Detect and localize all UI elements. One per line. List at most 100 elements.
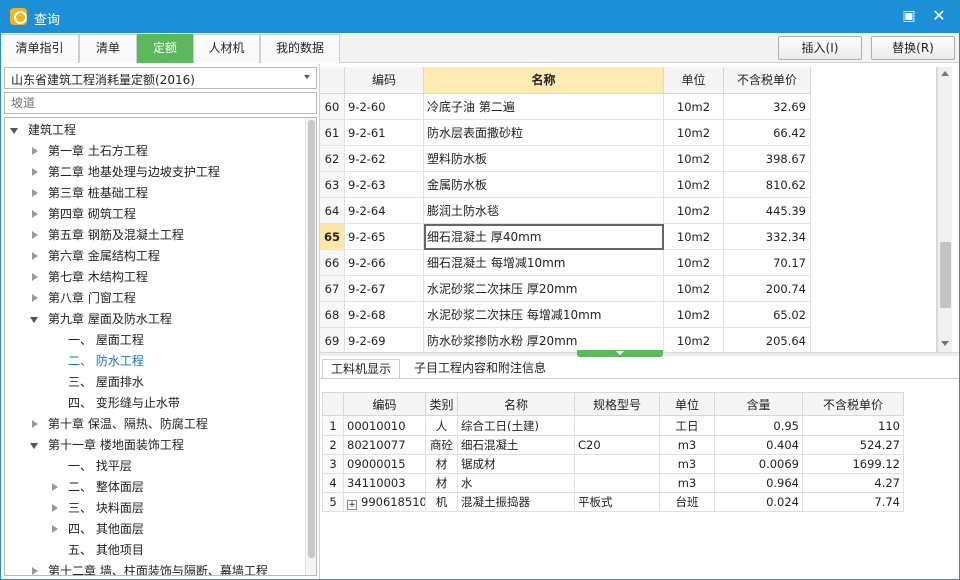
- quota-cell-name[interactable]: 防水层表面撒砂粒: [424, 120, 664, 146]
- resource-row[interactable]: 5 +990618510 机混凝土振捣器 平板式 台班 0.024 7.74: [322, 493, 904, 512]
- tab-resource-display[interactable]: 工料机显示: [322, 359, 401, 379]
- tree-item[interactable]: 第十章 保温、隔热、防腐工程: [5, 414, 303, 435]
- resource-cell-spec[interactable]: [575, 455, 660, 474]
- resource-cell-code[interactable]: 00010010: [344, 417, 426, 436]
- tab-bill[interactable]: 清单: [79, 34, 137, 63]
- quota-cell-price[interactable]: 32.69: [724, 94, 811, 120]
- quota-cell-code[interactable]: 9-2-67: [345, 276, 424, 302]
- quota-cell-name[interactable]: 金属防水板: [424, 172, 664, 198]
- tree-item[interactable]: 第十一章 楼地面装饰工程: [5, 435, 303, 456]
- resource-cell-unit[interactable]: m3: [660, 474, 715, 493]
- quota-cell-unit[interactable]: 10m2: [664, 276, 724, 302]
- quota-cell-unit[interactable]: 10m2: [664, 172, 724, 198]
- tree-item[interactable]: 三、 块料面层: [5, 498, 303, 519]
- expand-triangle-closed-icon[interactable]: [52, 504, 58, 512]
- quota-cell-code[interactable]: 9-2-69: [345, 328, 424, 352]
- col-header-name[interactable]: 名称: [424, 67, 664, 94]
- grid-scrollbar[interactable]: [937, 67, 952, 352]
- resource-cell-no[interactable]: 2: [322, 436, 344, 455]
- quota-cell-name[interactable]: 膨润土防水毯: [424, 198, 664, 224]
- resource-row[interactable]: 1 00010010 人综合工日(土建) 工日 0.95 110: [322, 417, 904, 436]
- tree-item[interactable]: 一、 找平层: [5, 456, 303, 477]
- resource-cell-code[interactable]: 09000015: [344, 455, 426, 474]
- res-header-code[interactable]: 编码: [344, 392, 426, 416]
- quota-cell-price[interactable]: 445.39: [724, 198, 811, 224]
- quota-cell-unit[interactable]: 10m2: [664, 94, 724, 120]
- quota-cell-price[interactable]: 65.02: [724, 302, 811, 328]
- quota-row[interactable]: 65 9-2-65 细石混凝土 厚40mm 10m2 332.34: [320, 224, 811, 250]
- tree-item[interactable]: 第六章 金属结构工程: [5, 246, 303, 267]
- quota-cell-name[interactable]: 细石混凝土 每增减10mm: [424, 250, 664, 276]
- quota-row[interactable]: 61 9-2-61 防水层表面撒砂粒 10m2 66.42: [320, 120, 811, 146]
- grid-corner[interactable]: [320, 67, 345, 94]
- quota-cell-code[interactable]: 9-2-64: [345, 198, 424, 224]
- expand-triangle-closed-icon[interactable]: [32, 273, 38, 281]
- expand-triangle-closed-icon[interactable]: [32, 294, 38, 302]
- quota-row[interactable]: 64 9-2-64 膨润土防水毯 10m2 445.39: [320, 198, 811, 224]
- tree-item[interactable]: 第四章 砌筑工程: [5, 204, 303, 225]
- resource-cell-unit[interactable]: 台班: [660, 493, 715, 512]
- tree-item[interactable]: 第十二章 墙、柱面装饰与隔断、幕墙工程: [5, 561, 303, 575]
- resource-row[interactable]: 2 80210077 商砼 细石混凝土 C20 m3 0.404 524.27: [322, 436, 904, 455]
- col-header-code[interactable]: 编码: [345, 67, 424, 94]
- quota-cell-price[interactable]: 70.17: [724, 250, 811, 276]
- col-header-unit[interactable]: 单位: [664, 67, 724, 94]
- expand-triangle-closed-icon[interactable]: [32, 147, 38, 155]
- expand-triangle-closed-icon[interactable]: [32, 252, 38, 260]
- resource-cell-name[interactable]: 水: [458, 474, 575, 493]
- resource-cell-type[interactable]: 商砼: [426, 436, 458, 455]
- expand-triangle-closed-icon[interactable]: [52, 525, 58, 533]
- resource-cell-price[interactable]: 110: [803, 417, 904, 436]
- tree-item[interactable]: 二、 整体面层: [5, 477, 303, 498]
- quota-cell-code[interactable]: 9-2-63: [345, 172, 424, 198]
- resource-row[interactable]: 4 34110003 材水 m3 0.964 4.27: [322, 474, 904, 493]
- tree-item[interactable]: 四、 变形缝与止水带: [5, 393, 303, 414]
- quota-cell-price[interactable]: 332.34: [724, 224, 811, 250]
- search-input[interactable]: [4, 92, 317, 114]
- resource-cell-type[interactable]: 人: [426, 417, 458, 436]
- resource-cell-unit[interactable]: m3: [660, 455, 715, 474]
- resource-cell-spec[interactable]: [575, 417, 660, 436]
- resource-cell-price[interactable]: 7.74: [803, 493, 904, 512]
- res-header-qty[interactable]: 含量: [715, 392, 803, 416]
- close-icon[interactable]: ✕: [930, 8, 948, 24]
- resource-cell-code[interactable]: 34110003: [344, 474, 426, 493]
- quota-cell-unit[interactable]: 10m2: [664, 250, 724, 276]
- resource-cell-qty[interactable]: 0.0069: [715, 455, 803, 474]
- res-header-name[interactable]: 名称: [458, 392, 575, 416]
- resource-cell-unit[interactable]: 工日: [660, 417, 715, 436]
- quota-row[interactable]: 66 9-2-66 细石混凝土 每增减10mm 10m2 70.17: [320, 250, 811, 276]
- expand-plus-icon[interactable]: +: [347, 500, 357, 510]
- resource-cell-code[interactable]: +990618510: [344, 493, 426, 512]
- quota-cell-unit[interactable]: 10m2: [664, 120, 724, 146]
- tab-list-guide[interactable]: 清单指引: [0, 34, 79, 63]
- resource-cell-name[interactable]: 综合工日(土建): [458, 417, 575, 436]
- quota-cell-price[interactable]: 66.42: [724, 120, 811, 146]
- resource-cell-qty[interactable]: 0.964: [715, 474, 803, 493]
- expand-triangle-closed-icon[interactable]: [32, 567, 38, 575]
- quota-cell-name[interactable]: 细石混凝土 厚40mm: [424, 224, 664, 250]
- quota-cell-name[interactable]: 水泥砂浆二次抹压 每增减10mm: [424, 302, 664, 328]
- quota-cell-name[interactable]: 水泥砂浆二次抹压 厚20mm: [424, 276, 664, 302]
- tree-scrollbar-thumb[interactable]: [308, 120, 315, 558]
- quota-row[interactable]: 68 9-2-68 水泥砂浆二次抹压 每增减10mm 10m2 65.02: [320, 302, 811, 328]
- quota-cell-price[interactable]: 810.62: [724, 172, 811, 198]
- expand-triangle-open-icon[interactable]: [10, 128, 18, 134]
- resource-cell-spec[interactable]: [575, 474, 660, 493]
- resource-cell-code[interactable]: 80210077: [344, 436, 426, 455]
- expand-triangle-closed-icon[interactable]: [32, 420, 38, 428]
- resource-cell-no[interactable]: 5: [322, 493, 344, 512]
- tree-item[interactable]: 第七章 木结构工程: [5, 267, 303, 288]
- resource-cell-price[interactable]: 524.27: [803, 436, 904, 455]
- resource-cell-unit[interactable]: m3: [660, 436, 715, 455]
- resource-cell-name[interactable]: 混凝土振捣器: [458, 493, 575, 512]
- quota-cell-code[interactable]: 9-2-68: [345, 302, 424, 328]
- scroll-down-icon[interactable]: [941, 341, 949, 346]
- res-header-unit[interactable]: 单位: [660, 392, 715, 416]
- quota-cell-code[interactable]: 9-2-62: [345, 146, 424, 172]
- expand-triangle-closed-icon[interactable]: [32, 189, 38, 197]
- quota-row[interactable]: 67 9-2-67 水泥砂浆二次抹压 厚20mm 10m2 200.74: [320, 276, 811, 302]
- resource-row[interactable]: 3 09000015 材锯成材 m3 0.0069 1699.12: [322, 455, 904, 474]
- grid-scrollbar-thumb[interactable]: [940, 242, 951, 308]
- replace-button[interactable]: 替换(R): [871, 36, 955, 60]
